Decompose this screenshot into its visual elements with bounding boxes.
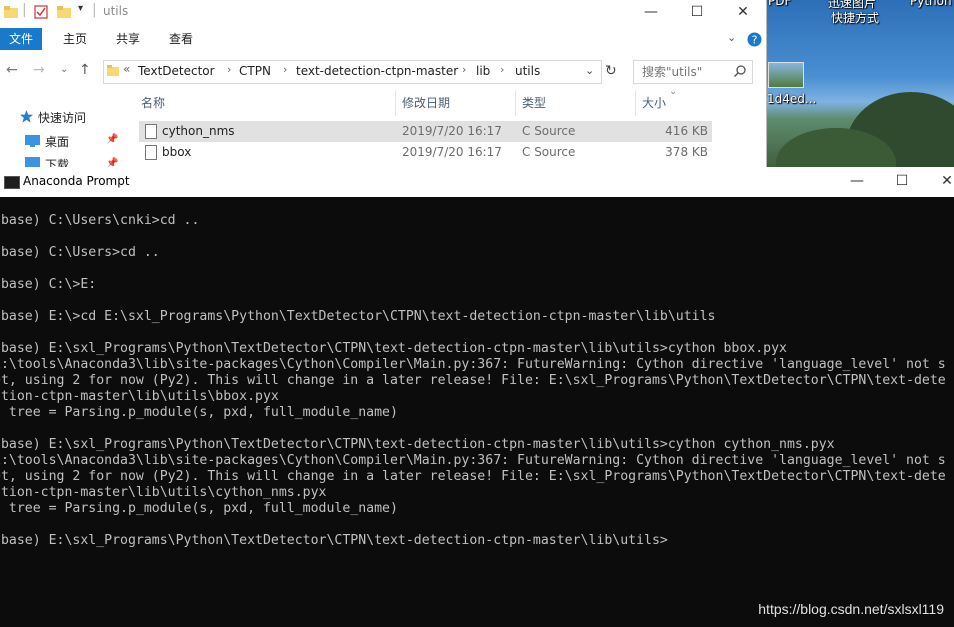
search-input[interactable]: [642, 63, 730, 80]
pin-icon[interactable]: 📌: [106, 134, 118, 145]
breadcrumb-chevron-icon[interactable]: ›: [462, 63, 466, 76]
svg-text:?: ?: [752, 34, 758, 47]
desktop-image-thumbnail[interactable]: [768, 62, 804, 88]
breadcrumb-textdetector[interactable]: TextDetector: [138, 64, 215, 78]
console-line: tree = Parsing.p_module(s, pxd, full_mod…: [0, 501, 398, 516]
file-name: bbox: [162, 145, 192, 159]
breadcrumb-overflow[interactable]: «: [123, 62, 130, 76]
search-box[interactable]: [633, 60, 753, 84]
breadcrumb-ctpn-master[interactable]: text-detection-ctpn-master: [296, 64, 458, 78]
file-size: 378 KB: [665, 145, 708, 159]
breadcrumb-chevron-icon[interactable]: ›: [500, 63, 504, 76]
console-line: (base) E:\sxl_Programs\Python\TextDetect…: [0, 437, 835, 452]
file-explorer-window: | ▾ | utils — ☐ ✕ 文件 主页 共享 查看 ⌄ ? ← → ⌄ …: [0, 0, 767, 170]
file-type: C Source: [522, 145, 576, 159]
file-date: 2019/7/20 16:17: [402, 124, 502, 138]
console-line: E:\tools\Anaconda3\lib\site-packages\Cyt…: [0, 453, 946, 468]
address-dropdown-icon[interactable]: ⌄: [585, 64, 594, 77]
ribbon-expand-icon[interactable]: ⌄: [727, 31, 736, 44]
console-line: (base) E:\>cd E:\sxl_Programs\Python\Tex…: [0, 309, 716, 324]
console-line: E:\tools\Anaconda3\lib\site-packages\Cyt…: [0, 357, 946, 372]
column-divider[interactable]: [635, 90, 636, 116]
console-maximize-button[interactable]: ☐: [879, 169, 925, 195]
column-divider[interactable]: [515, 90, 516, 116]
breadcrumb-lib[interactable]: lib: [476, 64, 490, 78]
desktop-icon-label-pdf[interactable]: PDF: [768, 0, 791, 8]
file-name: cython_nms: [162, 124, 235, 138]
console-line: et, using 2 for now (Py2). This will cha…: [0, 469, 946, 484]
console-line: et, using 2 for now (Py2). This will cha…: [0, 373, 946, 388]
desktop-icon-label-python[interactable]: Python: [910, 0, 952, 8]
properties-icon[interactable]: [34, 5, 48, 19]
console-line: ction-ctpn-master\lib\utils\cython_nms.p…: [0, 485, 327, 500]
console-title: Anaconda Prompt: [23, 174, 130, 188]
explorer-titlebar[interactable]: | ▾ | utils — ☐ ✕: [0, 0, 766, 26]
nav-item-quick-access[interactable]: 快速访问: [38, 109, 86, 126]
forward-arrow-icon[interactable]: →: [33, 62, 45, 78]
address-bar[interactable]: « TextDetector › CTPN › text-detection-c…: [103, 60, 602, 84]
breadcrumb-chevron-icon[interactable]: ›: [227, 63, 231, 76]
minimize-button[interactable]: —: [628, 0, 674, 26]
sort-descending-icon: ⌄: [669, 86, 678, 97]
navigation-bar: ← → ⌄ ↑ « TextDetector › CTPN › text-det…: [0, 56, 766, 86]
star-icon: [20, 110, 33, 123]
breadcrumb-utils[interactable]: utils: [515, 64, 540, 78]
recent-locations-icon[interactable]: ⌄: [60, 64, 68, 75]
c-source-file-icon: [145, 124, 157, 139]
column-header-size[interactable]: 大小: [642, 94, 666, 111]
console-line: (base) C:\Users\cnki>cd ..: [0, 213, 200, 228]
anaconda-prompt-window: Anaconda Prompt — ☐ ✕ (base) C:\Users\cn…: [0, 167, 954, 627]
window-title: utils: [103, 4, 129, 18]
ribbon-tabs: 文件 主页 共享 查看 ⌄ ?: [0, 28, 766, 50]
console-output[interactable]: (base) C:\Users\cnki>cd .. (base) C:\User…: [0, 213, 954, 627]
file-size: 416 KB: [665, 124, 708, 138]
file-row[interactable]: bbox 2019/7/20 16:17 C Source 378 KB: [139, 142, 712, 163]
folder-icon: [4, 6, 18, 18]
console-minimize-button[interactable]: —: [834, 169, 880, 195]
file-row[interactable]: cython_nms 2019/7/20 16:17 C Source 416 …: [139, 121, 712, 142]
desktop-shortcut-label[interactable]: 快捷方式: [831, 9, 879, 26]
console-line: (base) E:\sxl_Programs\Python\TextDetect…: [0, 533, 668, 548]
breadcrumb-chevron-icon[interactable]: ›: [283, 63, 287, 76]
console-close-button[interactable]: ✕: [924, 169, 954, 195]
column-header-date[interactable]: 修改日期: [402, 94, 450, 111]
search-icon[interactable]: [734, 65, 746, 77]
watermark: https://blog.csdn.net/sxlsxl119: [758, 601, 944, 617]
console-line: (base) C:\>E:: [0, 277, 97, 292]
console-titlebar[interactable]: Anaconda Prompt — ☐ ✕: [0, 167, 954, 197]
console-line: tree = Parsing.p_module(s, pxd, full_mod…: [0, 405, 398, 420]
address-folder-icon: [107, 65, 119, 76]
quick-access-dropdown-icon[interactable]: ▾: [78, 3, 83, 14]
titlebar-divider: |: [22, 2, 27, 18]
nav-item-desktop[interactable]: 桌面: [45, 133, 69, 150]
titlebar-divider-2: |: [92, 2, 97, 18]
column-header-name[interactable]: 名称: [141, 94, 165, 111]
back-arrow-icon[interactable]: ←: [6, 62, 18, 78]
refresh-icon[interactable]: ↻: [605, 63, 617, 79]
maximize-button[interactable]: ☐: [674, 0, 720, 26]
file-type: C Source: [522, 124, 576, 138]
file-date: 2019/7/20 16:17: [402, 145, 502, 159]
new-folder-icon[interactable]: [57, 5, 71, 19]
tab-share[interactable]: 共享: [116, 28, 140, 50]
console-line: (base) E:\sxl_Programs\Python\TextDetect…: [0, 341, 787, 356]
console-line: (base) C:\Users>cd ..: [0, 245, 160, 260]
column-divider[interactable]: [395, 90, 396, 116]
help-icon[interactable]: ?: [747, 32, 762, 47]
up-arrow-icon[interactable]: ↑: [79, 62, 91, 78]
breadcrumb-ctpn[interactable]: CTPN: [239, 64, 271, 78]
navigation-pane: 快速访问 桌面 📌 下载 📌: [0, 90, 125, 170]
tab-home[interactable]: 主页: [63, 28, 87, 50]
tab-file[interactable]: 文件: [0, 28, 42, 50]
console-line: ction-ctpn-master\lib\utils\bbox.pyx: [0, 389, 279, 404]
column-header-type[interactable]: 类型: [522, 94, 546, 111]
desktop-image-label[interactable]: 1d4ed...: [767, 92, 816, 106]
desktop-icon: [25, 135, 40, 147]
tab-view[interactable]: 查看: [169, 28, 193, 50]
close-button[interactable]: ✕: [720, 0, 766, 26]
c-source-file-icon: [145, 145, 157, 160]
file-list: 名称 修改日期 类型 大小 ⌄ cython_nms 2019/7/20 16:…: [135, 86, 760, 170]
console-app-icon: [4, 176, 20, 189]
